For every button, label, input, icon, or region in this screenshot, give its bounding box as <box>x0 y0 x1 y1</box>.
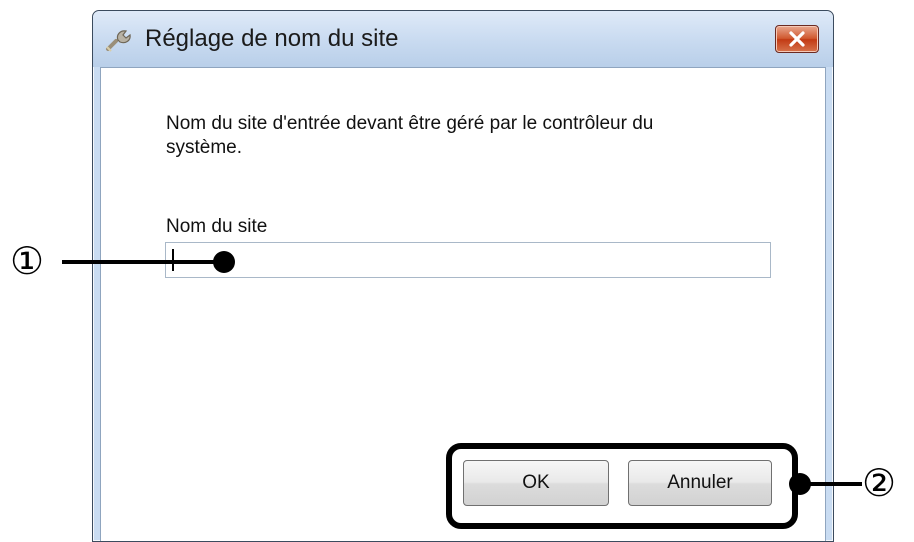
close-icon <box>789 31 805 47</box>
cancel-button[interactable]: Annuler <box>628 460 772 506</box>
dialog-body: Nom du site d'entrée devant être géré pa… <box>100 67 826 541</box>
site-name-input[interactable] <box>165 242 771 278</box>
callout-number-2: ② <box>862 461 897 505</box>
text-caret <box>172 249 174 271</box>
description-text: Nom du site d'entrée devant être géré pa… <box>166 113 654 158</box>
window-title: Réglage de nom du site <box>145 25 399 52</box>
title-bar[interactable]: Réglage de nom du site <box>93 11 833 67</box>
dialog-window: Réglage de nom du site Nom du site d'ent… <box>92 10 834 542</box>
site-name-label: Nom du site <box>166 216 268 237</box>
close-button[interactable] <box>775 25 819 53</box>
callout-number-1: ① <box>10 239 45 283</box>
wrench-icon <box>106 30 131 52</box>
ok-button[interactable]: OK <box>463 460 609 506</box>
